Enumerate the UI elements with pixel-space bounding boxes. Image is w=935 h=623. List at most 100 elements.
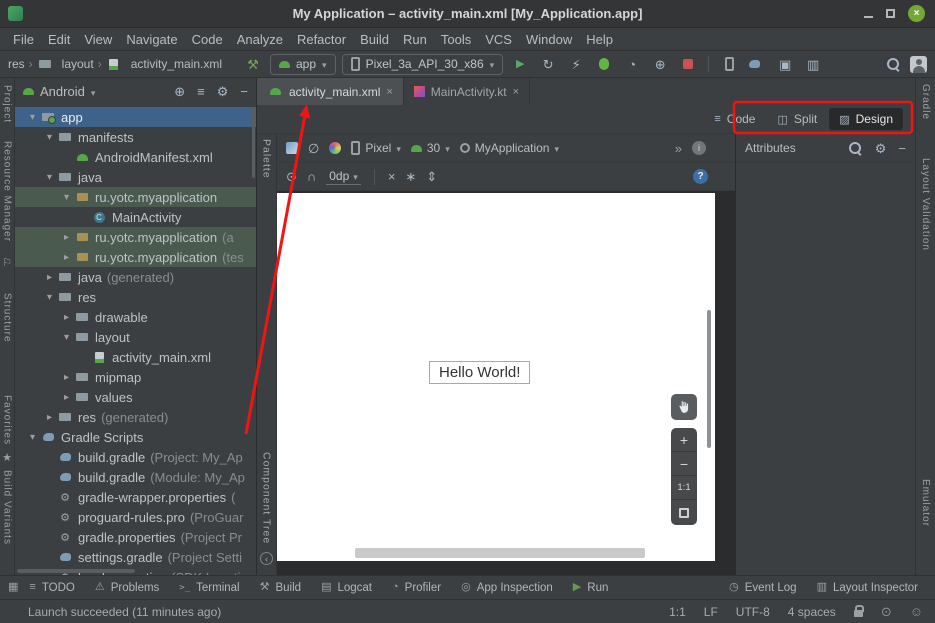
tree-item-gradle-properties[interactable]: gradle.properties(Project Pr <box>15 527 256 547</box>
infer-constraints-icon[interactable] <box>405 170 416 183</box>
tool-window-terminal[interactable]: Terminal <box>170 582 248 594</box>
clear-constraints-icon[interactable] <box>388 170 396 183</box>
profiler-icon[interactable] <box>621 53 643 75</box>
tree-item-java[interactable]: java <box>15 167 256 187</box>
tool-window-switcher-icon[interactable] <box>8 582 18 593</box>
tree-item-res-generated[interactable]: res(generated) <box>15 407 256 427</box>
zoom-ratio-button[interactable]: 1:1 <box>671 476 697 500</box>
tree-item-proguard-rules[interactable]: proguard-rules.pro(ProGuar <box>15 507 256 527</box>
background-tasks-icon[interactable] <box>881 604 892 620</box>
menu-item-refactor[interactable]: Refactor <box>290 30 353 49</box>
lock-icon[interactable] <box>854 610 863 617</box>
tool-window-run[interactable]: Run <box>564 582 618 594</box>
tool-stripe-emulator[interactable]: Emulator <box>920 479 931 527</box>
chevron-down-icon[interactable] <box>25 112 40 123</box>
breadcrumb-layout[interactable]: layout <box>62 57 94 71</box>
default-margin-dropdown[interactable]: 0dp <box>326 169 361 185</box>
tool-stripe-project[interactable]: Project <box>2 85 13 123</box>
tab-mainactivity-kt[interactable]: MainActivity.kt × <box>404 78 530 105</box>
api-level-selector[interactable]: 30 <box>411 141 450 155</box>
close-icon[interactable]: × <box>513 86 519 98</box>
design-surface-icon[interactable] <box>286 142 298 154</box>
settings-icon[interactable] <box>217 85 229 98</box>
minimize-icon[interactable] <box>864 16 873 18</box>
overflow-chevrons[interactable]: » <box>675 141 682 156</box>
chevron-right-icon[interactable] <box>42 272 57 283</box>
chevron-down-icon[interactable] <box>42 292 57 303</box>
hello-world-textview[interactable]: Hello World! <box>429 361 530 384</box>
close-icon[interactable]: × <box>386 86 392 98</box>
tool-stripe-resource-manager[interactable]: Resource Manager <box>2 141 13 242</box>
tree-item-manifests[interactable]: manifests <box>15 127 256 147</box>
help-icon[interactable]: ? <box>693 169 708 184</box>
chevron-right-icon[interactable] <box>59 392 74 403</box>
mode-button-code[interactable]: Code <box>704 108 765 130</box>
device-selector[interactable]: Pixel <box>351 141 401 155</box>
component-tree-tab[interactable]: Component Tree <box>261 452 273 544</box>
run-configuration-dropdown[interactable]: app <box>270 54 336 75</box>
menu-item-run[interactable]: Run <box>396 30 434 49</box>
chevron-right-icon[interactable] <box>59 312 74 323</box>
menu-item-edit[interactable]: Edit <box>41 30 77 49</box>
project-vertical-scrollbar[interactable] <box>252 108 255 178</box>
menu-item-analyze[interactable]: Analyze <box>230 30 290 49</box>
menu-item-code[interactable]: Code <box>185 30 230 49</box>
status-indent[interactable]: 4 spaces <box>788 605 836 619</box>
tab-activity-main-xml[interactable]: activity_main.xml × <box>257 78 404 105</box>
breadcrumb-res[interactable]: res <box>8 57 25 71</box>
chevron-right-icon[interactable] <box>42 412 57 423</box>
tree-item-res[interactable]: res <box>15 287 256 307</box>
hide-panel-icon[interactable] <box>240 85 248 98</box>
tree-item-build-gradle-module[interactable]: build.gradle(Module: My_Ap <box>15 467 256 487</box>
theme-selector[interactable]: MyApplication <box>460 141 559 155</box>
tool-stripe-favorites[interactable]: Favorites <box>2 395 13 445</box>
zoom-to-fit-button[interactable] <box>671 500 697 525</box>
chevron-down-icon[interactable] <box>59 192 74 203</box>
view-options-icon[interactable] <box>286 170 297 183</box>
close-icon[interactable]: × <box>908 5 925 22</box>
tool-stripe-build-variants[interactable]: Build Variants <box>2 470 13 545</box>
mode-button-split[interactable]: Split <box>767 108 827 130</box>
tree-item-values[interactable]: values <box>15 387 256 407</box>
chevron-down-icon[interactable] <box>59 332 74 343</box>
tree-item-mipmap[interactable]: mipmap <box>15 367 256 387</box>
zoom-out-button[interactable]: − <box>671 452 697 476</box>
blueprint-mode-icon[interactable] <box>308 142 319 155</box>
status-encoding[interactable]: UTF-8 <box>736 605 770 619</box>
profile-avatar[interactable] <box>910 56 927 73</box>
status-line-ending[interactable]: LF <box>704 605 718 619</box>
tree-item-build-gradle-project[interactable]: build.gradle(Project: My_Ap <box>15 447 256 467</box>
run-button[interactable] <box>509 53 531 75</box>
color-mode-icon[interactable] <box>329 142 341 154</box>
tree-item-package-androidtest[interactable]: ru.yotc.myapplication(a <box>15 227 256 247</box>
tree-item-mainactivity[interactable]: MainActivity <box>15 207 256 227</box>
tool-stripe-gradle[interactable]: Gradle <box>920 84 931 120</box>
locate-file-icon[interactable] <box>174 85 185 98</box>
autoconnect-icon[interactable] <box>307 170 316 183</box>
pack-align-icon[interactable] <box>426 170 437 183</box>
debug-icon[interactable] <box>593 53 615 75</box>
menu-item-view[interactable]: View <box>77 30 119 49</box>
menu-item-help[interactable]: Help <box>579 30 620 49</box>
chevron-right-icon[interactable] <box>59 372 74 383</box>
zoom-in-button[interactable]: + <box>671 428 697 452</box>
tree-item-drawable[interactable]: drawable <box>15 307 256 327</box>
tool-window-todo[interactable]: TODO <box>20 582 83 594</box>
tool-window-profiler[interactable]: Profiler <box>383 582 450 594</box>
project-view-selector[interactable]: Android <box>23 84 95 99</box>
palette-tab[interactable]: Palette <box>261 139 273 179</box>
tree-item-activity-main-xml[interactable]: activity_main.xml <box>15 347 256 367</box>
tool-stripe-structure[interactable]: Structure <box>2 293 13 343</box>
project-horizontal-scrollbar[interactable] <box>17 569 135 573</box>
tree-item-java-generated[interactable]: java(generated) <box>15 267 256 287</box>
star-icon[interactable]: ★ <box>2 451 12 464</box>
menu-item-vcs[interactable]: VCS <box>478 30 519 49</box>
tool-window-problems[interactable]: Problems <box>86 582 168 594</box>
tree-item-settings-gradle[interactable]: settings.gradle(Project Setti <box>15 547 256 567</box>
tree-item-app[interactable]: app <box>15 107 256 127</box>
design-surface[interactable]: Hello World! + − 1:1 <box>277 191 735 575</box>
menu-item-window[interactable]: Window <box>519 30 579 49</box>
tree-item-package-test[interactable]: ru.yotc.myapplication(tes <box>15 247 256 267</box>
search-everywhere-button[interactable] <box>882 53 904 75</box>
menu-item-file[interactable]: File <box>6 30 41 49</box>
